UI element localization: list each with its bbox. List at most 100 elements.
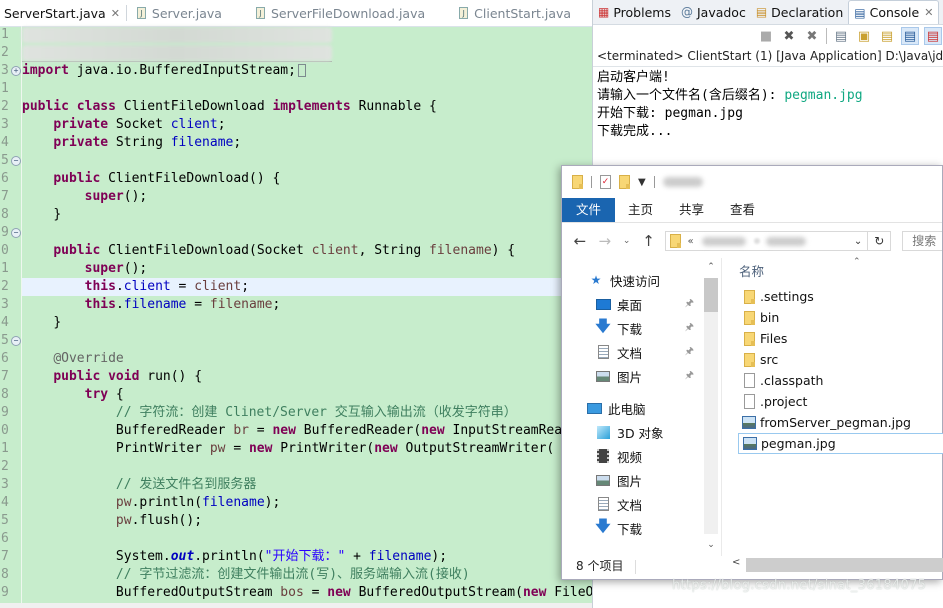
nav-3d-objects[interactable]: 3D 对象 xyxy=(562,420,702,444)
address-dropdown-icon[interactable]: ⌄ xyxy=(854,236,862,247)
nav-videos[interactable]: 视频 xyxy=(562,444,702,468)
refresh-icon[interactable]: ↻ xyxy=(867,232,890,250)
pin-icon[interactable]: 🖈 xyxy=(685,368,694,385)
file-icon xyxy=(742,394,756,410)
nav-pictures[interactable]: 图片 🖈 xyxy=(562,364,702,388)
tab-server[interactable]: J Server.java xyxy=(131,0,228,26)
scroll-thumb[interactable] xyxy=(704,278,718,312)
pin-icon[interactable]: 🖈 xyxy=(685,344,694,361)
scroll-down-icon[interactable]: ⌄ xyxy=(704,540,718,550)
nav-documents-pc[interactable]: 文档 xyxy=(562,492,702,516)
new-folder-icon[interactable] xyxy=(619,175,630,189)
horizontal-scrollbar[interactable]: < xyxy=(730,556,943,574)
tab-clientstart[interactable]: J ClientStart.java xyxy=(453,0,577,26)
pin-icon[interactable]: 🖈 xyxy=(685,296,694,313)
ribbon-tab-share[interactable]: 共享 xyxy=(666,198,717,222)
code-area[interactable]: import java.io.BufferedInputStream; publ… xyxy=(22,26,592,602)
recent-locations-chevron-icon[interactable]: ⌄ xyxy=(622,236,632,246)
file-explorer-window: ✓ ▼ 文件 主页 共享 查看 ← → ⌄ ↑ « ⌄ ↻ 搜索 ★ 快速访问 xyxy=(561,165,943,580)
remove-all-terminated-icon[interactable]: ✖ xyxy=(803,27,821,45)
ribbon-tab-view[interactable]: 查看 xyxy=(717,198,768,222)
scroll-lock-icon[interactable]: ▣ xyxy=(855,27,873,45)
scroll-up-icon[interactable]: ⌃ xyxy=(704,262,718,272)
tab-declaration[interactable]: ▤ Declaration xyxy=(751,0,848,24)
tab-problems[interactable]: ▦ Problems xyxy=(593,0,676,24)
line-number: 8 xyxy=(1,567,9,582)
back-arrow-icon[interactable]: ← xyxy=(572,232,588,250)
close-icon[interactable]: ✕ xyxy=(924,6,933,19)
tab-label: Console xyxy=(869,5,920,20)
line-number: 9 xyxy=(1,405,9,420)
scroll-thumb[interactable] xyxy=(746,558,943,572)
close-icon[interactable]: ✕ xyxy=(111,7,120,20)
code-text: . xyxy=(115,279,124,294)
code-text: = xyxy=(303,585,328,600)
customize-dropdown-icon[interactable]: ▼ xyxy=(638,177,646,188)
tab-javadoc[interactable]: @ Javadoc xyxy=(676,0,751,24)
download-icon: 🡇 xyxy=(595,316,611,335)
file-row[interactable]: .settings xyxy=(730,286,943,307)
nav-downloads[interactable]: 🡇 下载 🖈 xyxy=(562,316,702,340)
code-text: = xyxy=(248,423,273,438)
documents-icon xyxy=(595,497,611,511)
keyword: void xyxy=(108,369,140,384)
nav-desktop[interactable]: 桌面 🖈 xyxy=(562,292,702,316)
code-line: pw.println(filename); xyxy=(22,494,592,512)
file-row[interactable]: src xyxy=(730,349,943,370)
tab-console[interactable]: ▤ Console ✕ xyxy=(848,0,940,24)
nav-downloads-pc[interactable]: 🡇 下载 xyxy=(562,516,702,540)
terminate-icon[interactable]: ■ xyxy=(757,27,775,45)
tab-serverfiledownload[interactable]: J ServerFileDownload.java xyxy=(250,0,431,26)
code-text: ; xyxy=(272,297,281,312)
nav-this-pc[interactable]: 此电脑 xyxy=(562,396,702,420)
forward-arrow-icon[interactable]: → xyxy=(597,232,613,250)
file-row[interactable]: fromServer_pegman.jpg xyxy=(730,412,943,433)
nav-quick-access[interactable]: ★ 快速访问 xyxy=(562,268,702,292)
tab-serverstart[interactable]: ServerStart.java ✕ xyxy=(0,0,126,26)
scroll-left-icon[interactable]: < xyxy=(732,557,740,568)
up-arrow-icon[interactable]: ↑ xyxy=(641,232,657,250)
ribbon-tab-home[interactable]: 主页 xyxy=(615,198,666,222)
pictures-icon xyxy=(595,473,611,487)
code-text: BufferedReader( xyxy=(295,423,422,438)
clear-console-icon[interactable]: ▤ xyxy=(832,27,850,45)
ribbon-tab-file[interactable]: 文件 xyxy=(562,198,616,222)
nav-documents[interactable]: 文档 🖈 xyxy=(562,340,702,364)
remove-launch-icon[interactable]: ✖ xyxy=(780,27,798,45)
pin-icon[interactable]: 🖈 xyxy=(685,320,694,337)
column-header-name[interactable]: 名称 ⌃ xyxy=(730,257,943,286)
collapse-fold-icon[interactable]: − xyxy=(11,336,21,346)
keyword: new xyxy=(421,423,445,438)
desktop-icon xyxy=(595,297,611,311)
code-text: ; xyxy=(241,279,250,294)
file-row[interactable]: Files xyxy=(730,328,943,349)
show-on-error-icon[interactable]: ▤ xyxy=(924,27,942,45)
file-row[interactable]: pegman.jpg xyxy=(738,433,943,454)
nav-pane-scrollbar[interactable]: ⌃ ⌄ xyxy=(703,258,719,556)
show-on-output-icon[interactable]: ▤ xyxy=(901,27,919,45)
collapsed-imports-icon[interactable] xyxy=(297,64,306,77)
scroll-track[interactable] xyxy=(704,278,718,534)
console-icon: ▤ xyxy=(854,5,866,20)
file-row[interactable]: .classpath xyxy=(730,370,943,391)
file-row[interactable]: bin xyxy=(730,307,943,328)
output-text: 下载完成... xyxy=(597,124,673,139)
keyword: new xyxy=(248,441,273,456)
word-wrap-icon[interactable]: ▤ xyxy=(878,27,896,45)
search-input[interactable]: 搜索 xyxy=(902,231,942,251)
line-number: 5 xyxy=(1,513,9,528)
properties-icon[interactable]: ✓ xyxy=(600,175,611,189)
nav-pictures-pc[interactable]: 图片 xyxy=(562,468,702,492)
console-output[interactable]: 启动客户端! 请输入一个文件名(含后缀名): pegman.jpg 开始下载: … xyxy=(593,67,943,141)
expand-fold-icon[interactable]: + xyxy=(11,66,21,76)
code-editor[interactable]: ServerStart.java ✕ J Server.java J Serve… xyxy=(0,0,592,608)
collapse-fold-icon[interactable]: − xyxy=(11,156,21,166)
file-row[interactable]: .project xyxy=(730,391,943,412)
code-text: { xyxy=(108,387,124,402)
nav-label: 视频 xyxy=(617,449,643,465)
code-text: Socket xyxy=(108,117,171,132)
collapse-fold-icon[interactable]: − xyxy=(11,228,21,238)
